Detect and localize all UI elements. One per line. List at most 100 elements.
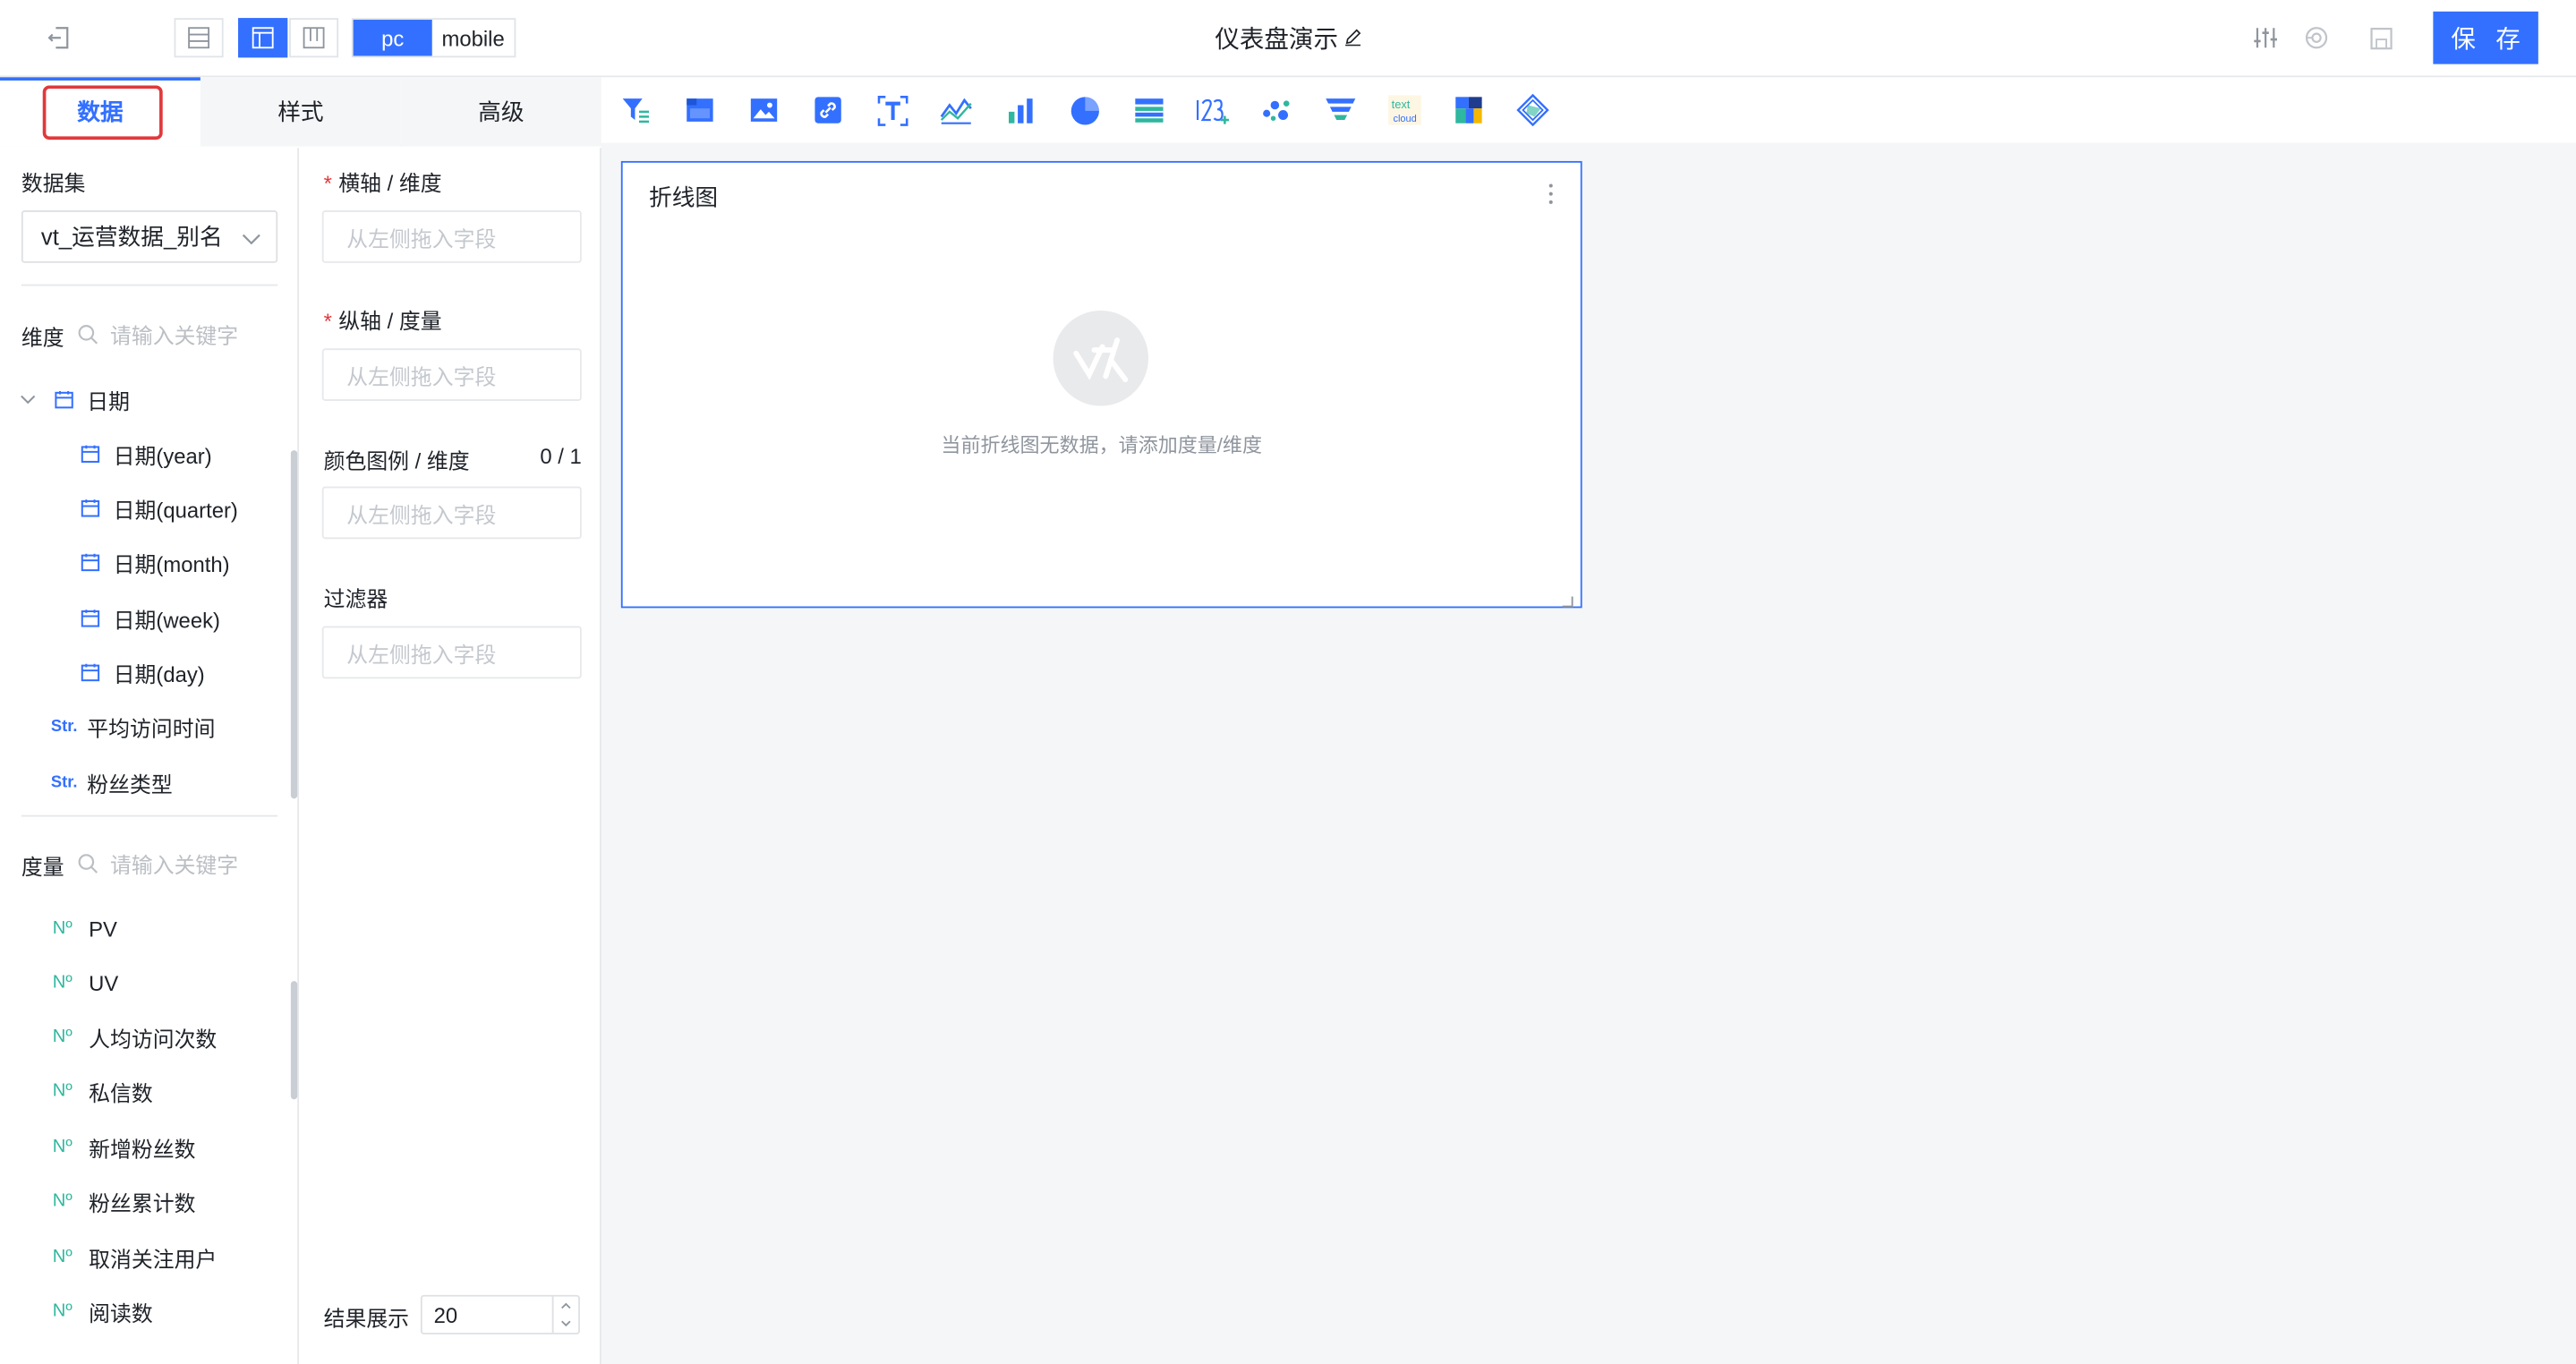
x-axis-drop-zone[interactable]: 从左侧拖入字段 — [321, 210, 582, 263]
tab-advanced[interactable]: 高级 — [400, 77, 601, 147]
resize-handle-icon[interactable] — [1561, 586, 1574, 608]
measure-field[interactable]: Nº 新增粉丝数 — [53, 1130, 196, 1164]
text-icon[interactable] — [874, 92, 909, 128]
dimension-field[interactable]: Str. 粉丝类型 — [51, 766, 173, 799]
dimension-field-label: 日期 — [87, 388, 131, 413]
number-type-icon: Nº — [52, 1191, 73, 1212]
dashboard-title: 仪表盘演示 — [1215, 25, 1339, 54]
measure-field[interactable]: Nº 取消关注用户 — [53, 1240, 218, 1274]
measure-search[interactable]: 请输入关键字 — [77, 848, 238, 879]
string-type-icon: Str. — [50, 772, 78, 792]
x-axis-label: * 横轴 / 维度 — [324, 166, 442, 197]
dimension-search[interactable]: 请输入关键字 — [77, 319, 238, 350]
panel-tabs: 数据 样式 高级 — [0, 77, 601, 147]
dimension-field[interactable]: 日期(year) — [79, 437, 212, 470]
chevron-down-icon[interactable] — [20, 391, 36, 407]
dimension-field-label: 日期(day) — [113, 661, 205, 686]
x-axis-label-text: 横轴 / 维度 — [338, 170, 442, 196]
layout-columns-icon — [303, 27, 325, 49]
dimension-field[interactable]: 日期(day) — [79, 656, 205, 689]
number-type-icon: Nº — [52, 1247, 73, 1267]
y-axis-label-text: 纵轴 / 度量 — [338, 309, 442, 334]
axis-config-panel: * 横轴 / 维度 从左侧拖入字段 * 纵轴 / 度量 从左侧拖入字段 颜色图例 /… — [300, 148, 601, 1364]
number-icon[interactable] — [1194, 92, 1230, 128]
measure-field[interactable]: Nº UV — [53, 967, 119, 1000]
tab-style[interactable]: 样式 — [200, 77, 401, 147]
number-type-icon: Nº — [52, 918, 73, 939]
tab-data[interactable]: 数据 — [0, 77, 200, 147]
filter-icon[interactable] — [618, 92, 653, 128]
dimension-field[interactable]: 日期(month) — [79, 546, 230, 579]
dashboard-editor: pc mobile 仪表盘演示 保 存 数据 样式 高级 数据集 vt_运营数据… — [0, 0, 2576, 1364]
measure-field[interactable]: Nº 阅读数 — [53, 1295, 153, 1328]
measure-field[interactable]: Nº PV — [53, 912, 117, 945]
dimension-field-label: 日期(week) — [113, 607, 220, 632]
calendar-icon — [79, 662, 102, 682]
measure-field[interactable]: Nº 私信数 — [53, 1075, 153, 1108]
radar-icon[interactable] — [1514, 92, 1550, 128]
device-switch: pc mobile — [351, 18, 516, 58]
save-button[interactable]: 保 存 — [2433, 11, 2538, 64]
measure-field-label: 人均访问次数 — [89, 1026, 218, 1052]
line-chart-icon[interactable] — [938, 92, 974, 128]
number-type-icon: Nº — [52, 1137, 73, 1157]
calendar-icon — [79, 608, 102, 627]
empty-state-message: 当前折线图无数据，请添加度量/维度 — [941, 433, 1262, 457]
chart-type-toolbar: text cloud — [601, 77, 2576, 143]
dataset-select[interactable]: vt_运营数据_别名 — [21, 210, 278, 263]
image-icon[interactable] — [746, 92, 781, 128]
number-type-icon: Nº — [52, 1027, 73, 1047]
dimension-field-label: 日期(month) — [113, 551, 230, 576]
dimension-field[interactable]: Str. 平均访问时间 — [51, 710, 216, 743]
number-type-icon: Nº — [52, 1081, 73, 1102]
divider — [21, 814, 278, 817]
color-legend-count: 0 / 1 — [540, 443, 582, 469]
tabs-icon[interactable] — [682, 92, 718, 128]
result-count-input[interactable]: 20 — [420, 1294, 580, 1334]
edit-title-icon[interactable] — [1343, 24, 1361, 52]
active-tab-indicator — [0, 77, 200, 81]
chart-card-line[interactable]: 折线图 当前折线图无数据，请添加度量/维度 — [620, 160, 1582, 609]
dimension-label: 维度 — [21, 325, 64, 351]
top-bar: pc mobile 仪表盘演示 保 存 — [0, 0, 2576, 78]
increment-icon[interactable] — [554, 1297, 579, 1315]
table-icon[interactable] — [1130, 92, 1166, 128]
device-tab-mobile[interactable]: mobile — [432, 20, 515, 55]
settings-sliders-icon[interactable] — [2249, 21, 2282, 55]
dimension-field[interactable]: 日期(quarter) — [79, 491, 238, 524]
word-cloud-icon[interactable]: text cloud — [1386, 92, 1422, 128]
dimension-scrollbar[interactable] — [290, 450, 298, 799]
edit-panel: 数据 样式 高级 数据集 vt_运营数据_别名 维度 请输入关键字 日期 日期(… — [0, 77, 601, 1364]
preview-icon[interactable] — [2300, 21, 2333, 55]
y-axis-drop-zone[interactable]: 从左侧拖入字段 — [321, 348, 582, 402]
more-vertical-icon[interactable] — [1548, 183, 1561, 209]
search-icon — [78, 854, 98, 874]
measure-search-placeholder: 请输入关键字 — [109, 852, 239, 878]
dimension-group-date[interactable]: 日期 — [20, 383, 130, 416]
pie-chart-icon[interactable] — [1066, 92, 1102, 128]
measure-field[interactable]: Nº 人均访问次数 — [53, 1020, 218, 1053]
measure-scrollbar[interactable] — [290, 981, 298, 1100]
funnel-icon[interactable] — [1323, 92, 1359, 128]
layout-list-icon — [188, 27, 210, 49]
filter-drop-zone[interactable]: 从左侧拖入字段 — [321, 626, 582, 679]
heatmap-icon[interactable] — [1451, 92, 1487, 128]
calendar-icon — [79, 498, 102, 517]
exit-icon[interactable] — [43, 21, 76, 55]
result-count-stepper — [551, 1296, 579, 1334]
number-type-icon: Nº — [52, 972, 73, 993]
divider — [21, 284, 278, 286]
link-icon[interactable] — [810, 92, 846, 128]
scatter-icon[interactable] — [1258, 92, 1294, 128]
decrement-icon[interactable] — [554, 1315, 579, 1333]
layout-sidebar-button[interactable] — [238, 18, 288, 58]
save-draft-icon[interactable] — [2364, 21, 2397, 55]
dimension-field-label: 平均访问时间 — [87, 715, 216, 741]
color-legend-drop-zone[interactable]: 从左侧拖入字段 — [321, 486, 582, 540]
device-tab-pc[interactable]: pc — [353, 20, 432, 56]
measure-field[interactable]: Nº 粉丝累计数 — [53, 1185, 196, 1218]
layout-columns-button[interactable] — [289, 18, 339, 58]
bar-chart-icon[interactable] — [1002, 92, 1038, 128]
layout-list-button[interactable] — [174, 18, 224, 58]
dimension-field[interactable]: 日期(week) — [79, 601, 220, 635]
